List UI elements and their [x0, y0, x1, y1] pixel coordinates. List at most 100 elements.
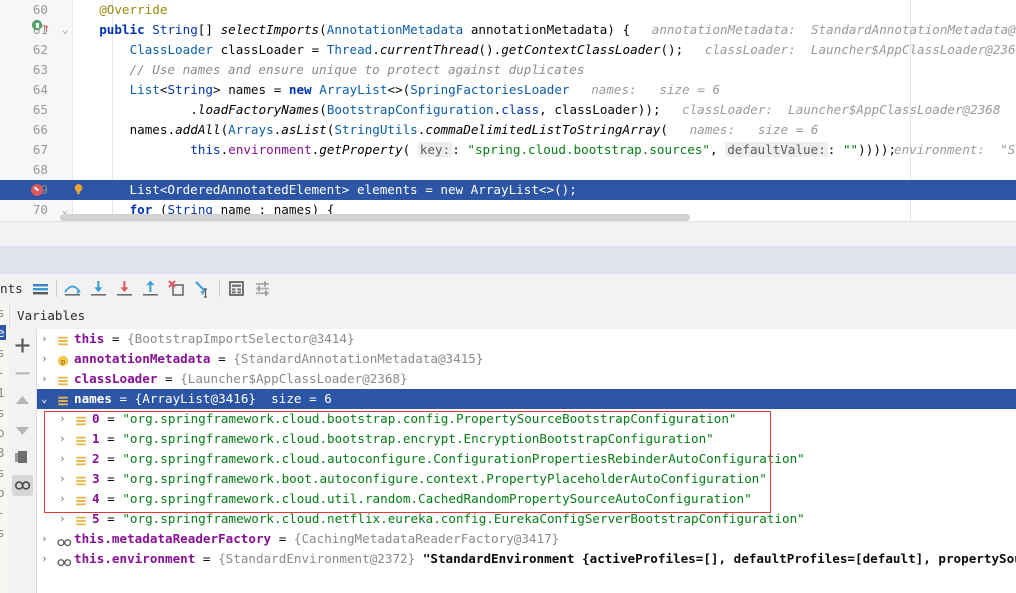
inline-debug-value-hint: classLoader: Launcher$AppClassLoader@236… — [682, 102, 1001, 117]
code-line[interactable]: 62 ClassLoader classLoader = Thread.curr… — [0, 40, 1016, 60]
toolbar-divider-2 — [219, 280, 220, 297]
variable-text: names = {ArrayList@3416} size = 6 — [74, 391, 332, 406]
variable-text: this.environment = {StandardEnvironment@… — [74, 551, 1016, 566]
variable-text: 5 = "org.springframework.cloud.netflix.e… — [92, 511, 805, 526]
code-line[interactable]: 68 — [0, 160, 1016, 180]
variable-row[interactable]: › this.environment = {StandardEnvironment… — [37, 549, 1016, 569]
code-text: List<OrderedAnnotatedElement> elements =… — [84, 182, 577, 197]
expand-arrow-icon[interactable]: › — [41, 369, 48, 389]
variable-text: this = {BootstrapImportSelector@3414} — [74, 331, 355, 346]
step-out-icon[interactable] — [140, 278, 161, 299]
variable-text: 0 = "org.springframework.cloud.bootstrap… — [92, 411, 737, 426]
inline-debug-value-hint: annotationMetadata: StandardAnnotationMe… — [651, 22, 1016, 37]
variable-text: 2 = "org.springframework.cloud.autoconfi… — [92, 451, 805, 466]
code-line[interactable]: 66 names.addAll(Arrays.asList(StringUtil… — [0, 120, 1016, 140]
code-fold-icon[interactable]: ⌄ — [58, 20, 72, 40]
field-icon — [75, 453, 87, 466]
expand-arrow-icon[interactable]: › — [59, 449, 66, 469]
frames-tab-label[interactable]: nts — [0, 274, 23, 303]
line-number: 63 — [32, 62, 48, 77]
run-to-method-icon[interactable] — [32, 20, 42, 30]
expand-arrow-icon[interactable]: › — [41, 329, 48, 349]
copy-value-icon[interactable] — [12, 447, 33, 468]
move-up-icon[interactable] — [12, 391, 33, 412]
watch-icon — [57, 554, 72, 566]
code-line[interactable]: 63 // Use names and ensure unique to pro… — [0, 60, 1016, 80]
variable-row[interactable]: › this.metadataReaderFactory = {CachingMe… — [37, 529, 1016, 549]
code-line[interactable]: 65 .loadFactoryNames(BootstrapConfigurat… — [0, 100, 1016, 120]
code-text: // Use names and ensure unique to protec… — [84, 62, 585, 77]
code-editor[interactable]: 60 @Override 61 public String[] selectImp… — [0, 0, 1016, 221]
code-text: public String[] selectImports(Annotation… — [99, 22, 631, 37]
settings-icon[interactable] — [252, 278, 273, 299]
variables-tree[interactable]: › this = {BootstrapImportSelector@3414} › p… — [37, 329, 1016, 593]
line-number: 67 — [32, 142, 48, 157]
field-icon — [75, 513, 87, 526]
variable-row[interactable]: › 4 = "org.springframework.cloud.util.ran… — [37, 489, 1016, 509]
expand-arrow-icon[interactable]: › — [59, 489, 66, 509]
variable-row[interactable]: › 0 = "org.springframework.cloud.bootstra… — [37, 409, 1016, 429]
svg-text:p: p — [61, 357, 65, 366]
expand-arrow-icon[interactable]: › — [59, 409, 66, 429]
step-into-icon[interactable] — [88, 278, 109, 299]
code-text: @Override — [99, 2, 168, 17]
expand-arrow-icon[interactable]: › — [41, 529, 48, 549]
tab-variables[interactable]: Variables — [17, 303, 85, 329]
editor-horizontal-scrollbar[interactable] — [60, 214, 690, 221]
line-number: 68 — [32, 162, 48, 177]
remove-watch-icon[interactable] — [12, 363, 33, 384]
show-execution-point-icon[interactable] — [30, 278, 51, 299]
code-text: names.addAll(Arrays.asList(StringUtils.c… — [129, 122, 668, 137]
code-text: List<String> names = new ArrayList<>(Spr… — [129, 82, 570, 97]
code-line[interactable]: 61 public String[] selectImports(Annotat… — [0, 20, 1016, 40]
drop-frame-icon[interactable] — [166, 278, 187, 299]
expand-arrow-icon[interactable]: › — [41, 349, 48, 369]
code-text: ClassLoader classLoader = Thread.current… — [129, 42, 684, 57]
collapse-arrow-icon[interactable]: ⌄ — [41, 389, 48, 409]
variable-text: classLoader = {Launcher$AppClassLoader@2… — [74, 371, 408, 386]
breakpoint-verified-icon[interactable] — [31, 184, 43, 196]
variable-row[interactable]: › classLoader = {Launcher$AppClassLoader@… — [37, 369, 1016, 389]
variable-text: 3 = "org.springframework.boot.autoconfig… — [92, 471, 767, 486]
force-step-into-icon[interactable] — [114, 278, 135, 299]
breadcrumb[interactable]: BootstrapImportSelector › selectImports(… — [0, 221, 1016, 317]
field-icon — [75, 493, 87, 506]
field-icon — [75, 433, 87, 446]
expand-arrow-icon[interactable]: › — [59, 429, 66, 449]
code-line[interactable]: 69 List<OrderedAnnotatedElement> element… — [0, 180, 1016, 200]
field-icon — [57, 393, 69, 406]
variable-row[interactable]: › 1 = "org.springframework.cloud.bootstra… — [37, 429, 1016, 449]
debugger-toolbar[interactable]: nts — [0, 274, 1016, 304]
variable-row[interactable]: › 3 = "org.springframework.boot.autoconfi… — [37, 469, 1016, 489]
intellij-debug-screenshot: 60 @Override 61 public String[] selectImp… — [0, 0, 1016, 593]
expand-arrow-icon[interactable]: › — [59, 509, 66, 529]
intention-bulb-icon[interactable] — [72, 183, 85, 196]
inspect-icon[interactable] — [12, 475, 33, 496]
inline-debug-value-hint: environment: "StandardEnvi — [893, 142, 1016, 157]
run-to-cursor-icon[interactable] — [192, 278, 213, 299]
parameter-icon: p — [57, 353, 69, 367]
inline-debug-value-hint: names: size = 6 — [689, 122, 819, 137]
variable-row[interactable]: › p annotationMetadata = {StandardAnnotati… — [37, 349, 1016, 369]
variables-side-rail[interactable] — [9, 329, 37, 593]
variables-tab-bar[interactable]: Variables — [0, 303, 1016, 330]
variable-row[interactable]: › 2 = "org.springframework.cloud.autoconf… — [37, 449, 1016, 469]
field-icon — [57, 333, 69, 346]
evaluate-expression-icon[interactable] — [226, 278, 247, 299]
variable-row[interactable]: › 5 = "org.springframework.cloud.netflix.… — [37, 509, 1016, 529]
expand-arrow-icon[interactable]: › — [59, 469, 66, 489]
code-line[interactable]: 67 this.environment.getProperty( key:: "… — [0, 140, 1016, 160]
inline-debug-value-hint: classLoader: Launcher$AppClassLoader@236… — [704, 42, 1016, 57]
expand-arrow-icon[interactable]: › — [41, 549, 48, 569]
step-over-icon[interactable] — [62, 278, 83, 299]
line-number: 65 — [32, 102, 48, 117]
watch-icon — [57, 534, 72, 546]
variable-row[interactable]: ⌄ names = {ArrayList@3416} size = 6 — [37, 389, 1016, 409]
code-line[interactable]: 60 @Override — [0, 0, 1016, 20]
field-icon — [75, 413, 87, 426]
variable-row[interactable]: › this = {BootstrapImportSelector@3414} — [37, 329, 1016, 349]
add-watch-icon[interactable] — [12, 335, 33, 356]
variable-text: annotationMetadata = {StandardAnnotation… — [74, 351, 484, 366]
code-line[interactable]: 64 List<String> names = new ArrayList<>(… — [0, 80, 1016, 100]
move-down-icon[interactable] — [12, 419, 33, 440]
